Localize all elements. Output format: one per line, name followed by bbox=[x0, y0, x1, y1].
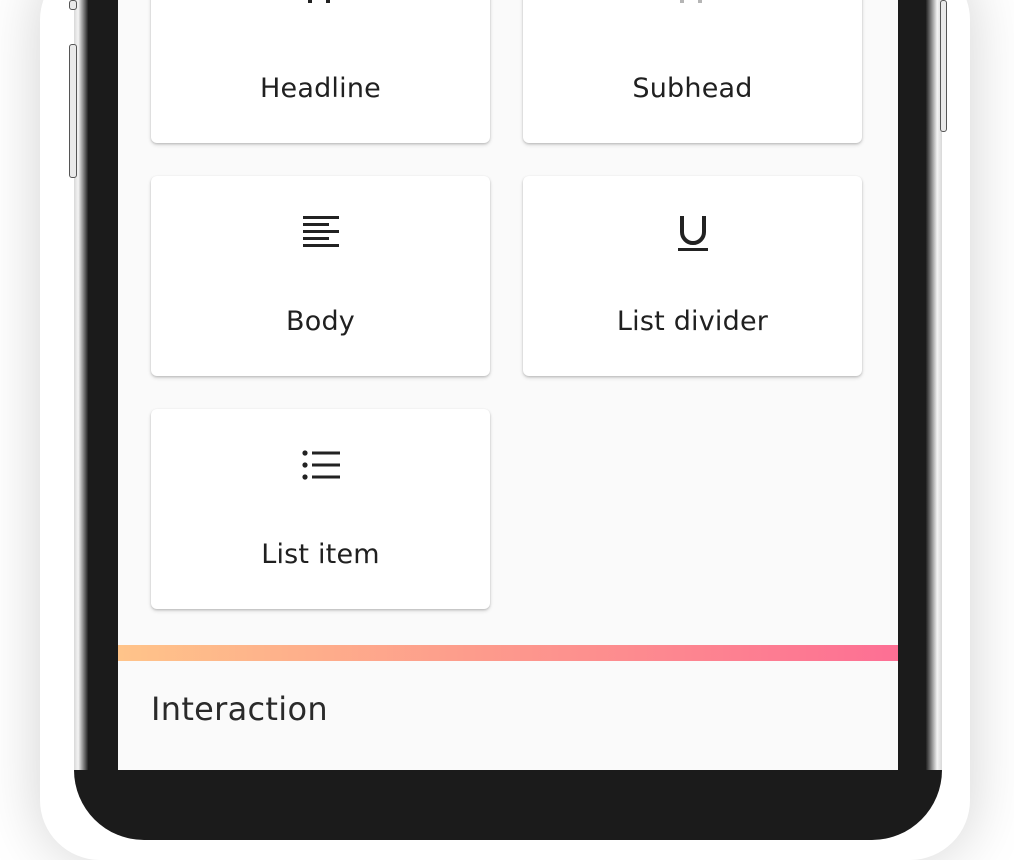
section-divider-gradient bbox=[118, 645, 898, 661]
device-side-button-top bbox=[69, 0, 77, 10]
card-label: Body bbox=[286, 306, 355, 337]
card-label: Headline bbox=[260, 73, 381, 104]
card-label: List divider bbox=[616, 306, 769, 337]
text-align-left-icon bbox=[301, 214, 341, 254]
card-label: List item bbox=[261, 539, 380, 570]
underline-icon bbox=[673, 214, 713, 254]
card-subhead[interactable]: Subhead bbox=[523, 0, 862, 143]
section-title: Interaction bbox=[151, 690, 328, 728]
list-bulleted-icon bbox=[301, 447, 341, 487]
text-fields-icon bbox=[301, 0, 341, 21]
card-label: Subhead bbox=[632, 73, 753, 104]
card-list-item[interactable]: List item bbox=[151, 409, 490, 609]
card-body[interactable]: Body bbox=[151, 176, 490, 376]
card-list-divider[interactable]: List divider bbox=[523, 176, 862, 376]
device-power-button bbox=[940, 0, 947, 132]
card-headline[interactable]: Headline bbox=[151, 0, 490, 143]
device-volume-button bbox=[69, 44, 77, 178]
app-screen: Headline Subhead Body List divider List … bbox=[118, 0, 898, 770]
text-fields-icon bbox=[673, 0, 713, 21]
